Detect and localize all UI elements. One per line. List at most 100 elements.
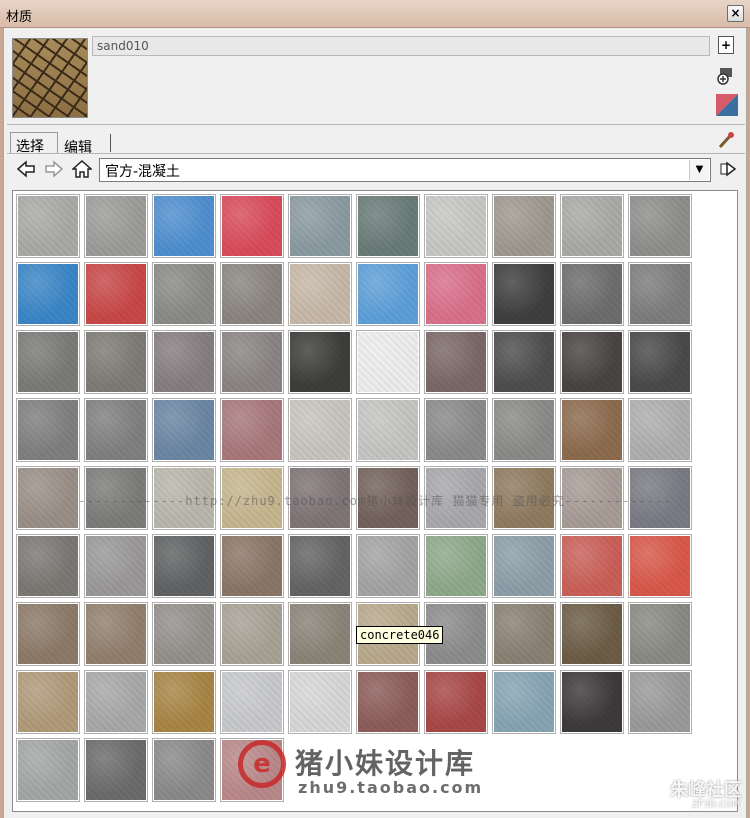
material-swatch[interactable] [492,534,556,598]
material-swatch[interactable] [152,262,216,326]
material-swatch[interactable] [424,330,488,394]
material-name-field[interactable]: sand010 [92,36,710,56]
material-swatch[interactable] [560,262,624,326]
material-swatch[interactable] [628,398,692,462]
swatch-texture [86,604,146,664]
material-swatch[interactable] [288,330,352,394]
material-swatch[interactable] [288,262,352,326]
material-swatch[interactable] [16,602,80,666]
material-swatch[interactable] [16,194,80,258]
material-swatch[interactable] [356,398,420,462]
material-swatch[interactable] [84,602,148,666]
material-swatch[interactable] [560,398,624,462]
material-swatch[interactable] [84,534,148,598]
material-swatch[interactable] [628,670,692,734]
material-swatch[interactable] [16,262,80,326]
collection-select[interactable]: 官方-混凝土 ▼ [99,158,711,182]
swatch-texture [154,400,214,460]
material-swatch[interactable] [152,194,216,258]
material-swatch[interactable] [152,738,216,802]
material-swatch[interactable] [84,670,148,734]
material-swatch[interactable] [424,194,488,258]
material-swatch[interactable] [152,534,216,598]
material-swatch[interactable] [84,262,148,326]
swatch-texture [290,536,350,596]
material-swatch[interactable] [288,534,352,598]
material-swatch[interactable] [152,670,216,734]
material-swatch[interactable] [16,398,80,462]
material-swatch[interactable] [560,534,624,598]
material-swatch[interactable] [220,670,284,734]
swatch-texture [358,536,418,596]
material-swatch[interactable] [288,398,352,462]
material-swatch[interactable] [16,330,80,394]
material-swatch[interactable] [16,534,80,598]
home-icon[interactable] [70,159,94,183]
material-swatch[interactable] [84,398,148,462]
material-swatch[interactable] [288,602,352,666]
material-swatch[interactable] [492,398,556,462]
material-swatch[interactable] [492,262,556,326]
add-to-model-icon[interactable] [716,66,736,86]
material-swatch[interactable] [560,670,624,734]
details-arrow-icon[interactable] [716,159,740,183]
material-swatch[interactable] [220,330,284,394]
material-swatch[interactable] [220,262,284,326]
swatch-texture [290,264,350,324]
sample-paint-icon[interactable] [716,130,736,150]
material-swatch[interactable] [16,670,80,734]
material-swatch[interactable] [560,330,624,394]
material-swatch[interactable] [84,194,148,258]
swatch-texture [630,400,690,460]
material-swatch[interactable] [220,194,284,258]
swatch-texture [562,196,622,256]
material-swatch[interactable] [84,330,148,394]
material-swatch[interactable] [288,670,352,734]
material-swatch[interactable] [356,534,420,598]
material-swatch[interactable] [424,262,488,326]
material-swatch[interactable] [628,534,692,598]
material-swatch[interactable] [356,330,420,394]
material-swatch[interactable] [356,194,420,258]
material-swatch[interactable] [628,602,692,666]
back-arrow-icon[interactable] [14,159,38,183]
material-swatch[interactable] [492,602,556,666]
material-swatch[interactable] [560,194,624,258]
material-swatch[interactable] [424,398,488,462]
material-swatch[interactable] [220,602,284,666]
material-swatch[interactable] [152,398,216,462]
material-swatch[interactable] [424,670,488,734]
forward-arrow-icon[interactable] [42,159,66,183]
swatch-texture [86,332,146,392]
material-swatch[interactable] [492,330,556,394]
tab-edit[interactable]: 编辑 [59,134,111,156]
watermark-logo-text: 猪小妹设计库 [295,747,476,780]
material-swatch[interactable] [628,330,692,394]
material-swatch[interactable] [152,602,216,666]
material-swatch[interactable] [492,670,556,734]
tab-select[interactable]: 选择 [10,132,58,155]
material-swatch[interactable] [492,194,556,258]
material-swatch[interactable] [288,194,352,258]
material-swatch[interactable] [356,262,420,326]
material-swatch[interactable] [424,534,488,598]
material-swatch[interactable] [560,602,624,666]
material-swatch[interactable] [628,262,692,326]
material-swatch[interactable] [16,738,80,802]
watermark-logo-url: zhu9.taobao.com [298,778,484,797]
material-swatch[interactable] [152,330,216,394]
swatch-texture [358,196,418,256]
close-button[interactable]: × [727,5,744,22]
material-swatch[interactable] [84,738,148,802]
create-material-icon[interactable]: + [718,36,734,54]
swatch-texture [18,400,78,460]
material-swatch[interactable] [220,398,284,462]
material-swatch[interactable] [356,670,420,734]
default-material-icon[interactable] [716,94,738,116]
swatch-texture [154,264,214,324]
swatch-texture [18,604,78,664]
material-swatch[interactable] [628,194,692,258]
material-swatch[interactable] [220,534,284,598]
materials-panel: sand010 + 选择 编辑 官方-混凝土 ▼ concrete046 [3,28,747,818]
chevron-down-icon[interactable]: ▼ [689,160,709,180]
